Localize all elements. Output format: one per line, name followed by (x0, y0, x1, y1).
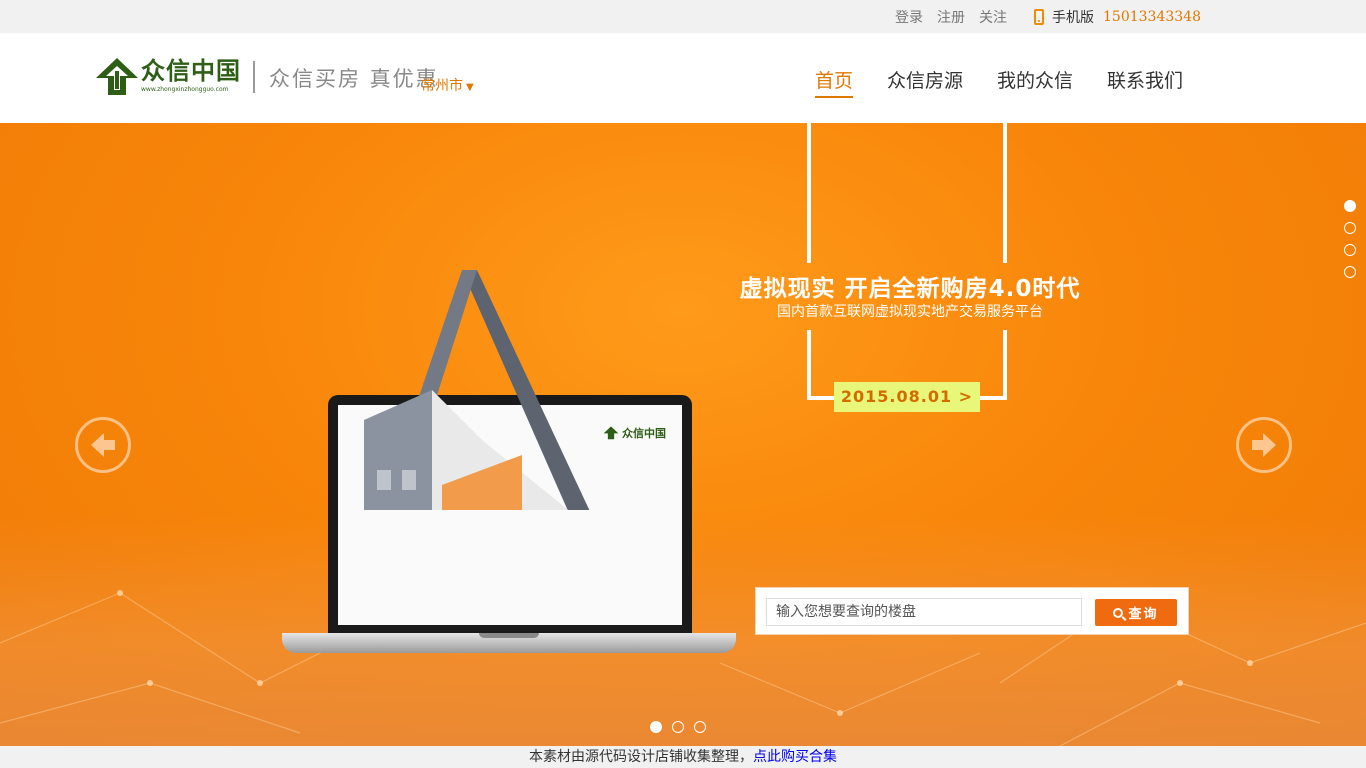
house-logo-icon (95, 57, 139, 97)
next-slide-button[interactable] (1236, 417, 1292, 473)
search-icon (1113, 607, 1124, 618)
prev-slide-button[interactable] (75, 417, 131, 473)
site-header: 众信中国 www.zhongxinzhongguo.com 众信买房 真优惠 常… (0, 33, 1366, 123)
main-nav: 首页 众信房源 我的众信 联系我们 (815, 66, 1183, 98)
property-search-input[interactable] (766, 598, 1082, 626)
nav-my-account[interactable]: 我的众信 (997, 66, 1073, 98)
slogan: 众信买房 真优惠 (269, 67, 439, 91)
launch-date-button[interactable]: 2015.08.01 > (834, 382, 980, 412)
purchase-link[interactable]: 点此购买合集 (753, 749, 837, 765)
city-label: 常州市 (421, 78, 463, 94)
vertical-dot-3[interactable] (1344, 244, 1356, 256)
phone-number: 15013343348 (1103, 9, 1201, 25)
vertical-dot-4[interactable] (1344, 266, 1356, 278)
nav-listings[interactable]: 众信房源 (887, 66, 963, 98)
hero-banner: 虚拟现实 开启全新购房4.0时代 国内首款互联网虚拟现实地产交易服务平台 201… (0, 123, 1366, 746)
laptop-notch (479, 633, 539, 638)
banner-subline: 国内首款互联网虚拟现实地产交易服务平台 (777, 304, 1043, 320)
footer-text: 本素材由源代码设计店铺收集整理， (529, 749, 753, 765)
footer-notice: 本素材由源代码设计店铺收集整理，点此购买合集 (0, 746, 1366, 768)
vertical-dot-1[interactable] (1344, 200, 1356, 212)
search-button-label: 查询 (1128, 607, 1159, 622)
follow-link[interactable]: 关注 (979, 7, 1007, 27)
logo-name: 众信中国 (141, 57, 241, 85)
top-bar: 登录 注册 关注 手机版 15013343348 (0, 0, 1366, 33)
mobile-version[interactable]: 手机版 15013343348 (1034, 7, 1201, 27)
vertical-dot-2[interactable] (1344, 222, 1356, 234)
mobile-version-label[interactable]: 手机版 (1052, 7, 1094, 27)
register-link[interactable]: 注册 (937, 7, 965, 27)
title-frame-top (807, 123, 1007, 263)
account-links: 登录 注册 关注 (895, 7, 1007, 27)
nav-home[interactable]: 首页 (815, 66, 854, 98)
slide-dot-1[interactable] (650, 721, 662, 733)
horizontal-slide-indicator (650, 721, 706, 733)
slide-dot-2[interactable] (672, 721, 684, 733)
mobile-phone-icon (1034, 9, 1044, 25)
caret-down-icon: ▼ (466, 82, 474, 93)
arrow-left-icon (91, 433, 115, 457)
arrow-right-icon (1252, 433, 1276, 457)
logo-url: www.zhongxinzhongguo.com (141, 86, 229, 93)
building-illustration (364, 270, 590, 510)
vertical-slide-indicator (1344, 200, 1356, 288)
slide-dot-3[interactable] (694, 721, 706, 733)
nav-contact[interactable]: 联系我们 (1107, 66, 1183, 98)
city-selector[interactable]: 常州市 ▼ (421, 75, 474, 95)
property-search: 查询 (755, 587, 1189, 635)
login-link[interactable]: 登录 (895, 7, 923, 27)
logo-divider (253, 61, 255, 93)
site-logo[interactable]: 众信中国 www.zhongxinzhongguo.com 众信买房 真优惠 (95, 57, 439, 97)
logo-text: 众信中国 www.zhongxinzhongguo.com (141, 57, 241, 93)
search-button[interactable]: 查询 (1095, 599, 1177, 626)
banner-headline: 虚拟现实 开启全新购房4.0时代 (739, 276, 1081, 302)
